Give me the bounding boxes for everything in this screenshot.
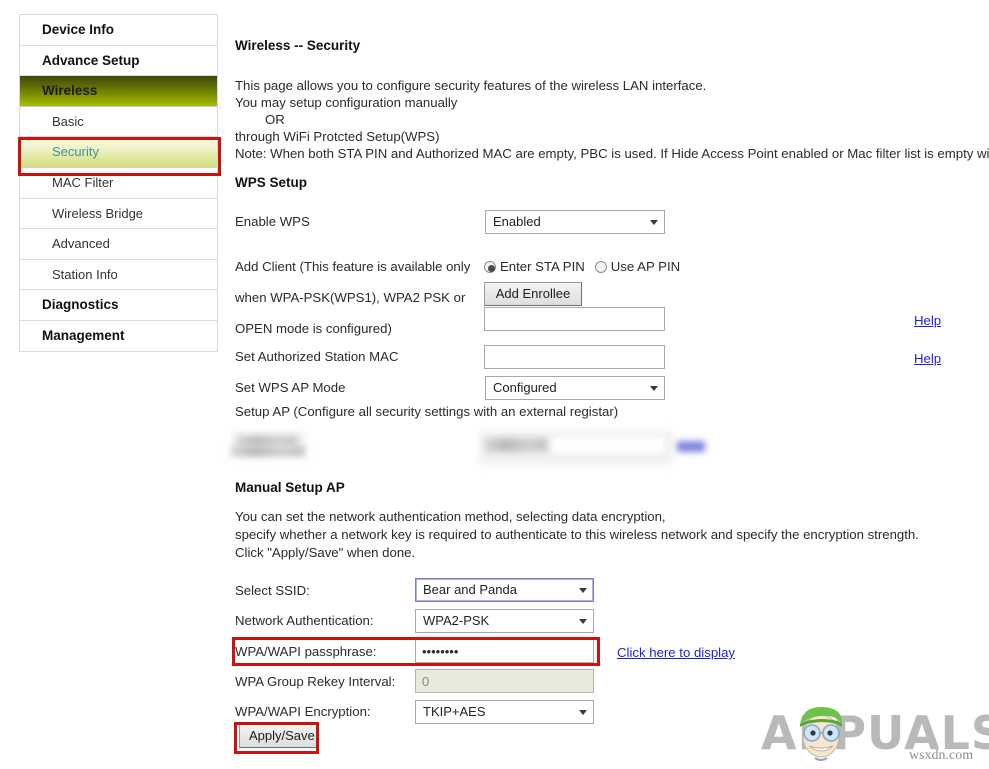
intro-note: Note: When both STA PIN and Authorized M… (235, 146, 989, 163)
sidebar-item-wireless-bridge[interactable]: Wireless Bridge (20, 199, 217, 230)
sidebar-item-advance-setup[interactable]: Advance Setup (20, 46, 217, 77)
add-client-pin-mode-radio-group: Enter STA PIN Use AP PIN (484, 256, 690, 278)
rekey-interval-row: WPA Group Rekey Interval: (235, 671, 989, 693)
authorized-station-mac-input[interactable] (484, 345, 665, 369)
sidebar-item-device-info[interactable]: Device Info (20, 15, 217, 46)
wps-ap-mode-label: Set WPS AP Mode (235, 377, 345, 399)
sidebar-item-label: Advance Setup (42, 53, 140, 68)
enable-wps-select-value: Enabled (485, 210, 665, 234)
sta-pin-input[interactable] (484, 307, 665, 331)
select-ssid-select[interactable]: Bear and Panda (415, 578, 594, 602)
sidebar-navigation: Device Info Advance Setup Wireless Basic… (19, 14, 218, 352)
sidebar-item-basic[interactable]: Basic (20, 107, 217, 138)
radio-enter-sta-pin[interactable] (484, 261, 496, 273)
encryption-label: WPA/WAPI Encryption: (235, 701, 371, 723)
encryption-value: TKIP+AES (415, 700, 594, 724)
network-authentication-select[interactable]: WPA2-PSK (415, 609, 594, 633)
add-client-line-2: when WPA-PSK(WPS1), WPA2 PSK or (235, 290, 465, 307)
sidebar-item-label: Wireless Bridge (52, 206, 143, 221)
wps-ap-mode-select-value: Configured (485, 376, 665, 400)
add-client-line-1: Add Client (This feature is available on… (235, 259, 470, 276)
setup-ap-description: Setup AP (Configure all security setting… (235, 404, 618, 421)
sidebar-item-label: Station Info (52, 267, 118, 282)
network-authentication-label: Network Authentication: (235, 610, 374, 632)
enable-wps-row: Enable WPS Enabled (235, 211, 989, 233)
sidebar-item-label: Management (42, 328, 125, 343)
radio-enter-sta-pin-label: Enter STA PIN (500, 259, 585, 274)
sidebar-item-security[interactable]: Security (20, 137, 217, 168)
sidebar-item-advanced[interactable]: Advanced (20, 229, 217, 260)
manual-desc-line-2: specify whether a network key is require… (235, 527, 919, 544)
add-client-line-3: OPEN mode is configured) (235, 321, 392, 338)
apply-save-button[interactable]: Apply/Save (239, 724, 317, 748)
wps-setup-title: WPS Setup (235, 175, 307, 190)
sidebar-item-label: Advanced (52, 236, 110, 251)
sidebar-item-mac-filter[interactable]: MAC Filter (20, 168, 217, 199)
manual-desc-line-1: You can set the network authentication m… (235, 509, 666, 526)
radio-use-ap-pin[interactable] (595, 261, 607, 273)
radio-use-ap-pin-label: Use AP PIN (611, 259, 680, 274)
authorized-station-mac-label: Set Authorized Station MAC (235, 346, 398, 368)
intro-or: OR (235, 112, 285, 129)
sidebar-item-wireless[interactable]: Wireless (20, 76, 217, 107)
network-authentication-value: WPA2-PSK (415, 609, 594, 633)
page-title: Wireless -- Security (235, 38, 360, 53)
sidebar-item-label: Diagnostics (42, 297, 119, 312)
sidebar-item-label: Basic (52, 114, 84, 129)
passphrase-input[interactable]: •••••••• (415, 639, 594, 663)
sidebar-item-label: Device Info (42, 22, 114, 37)
sidebar-item-management[interactable]: Management (20, 321, 217, 352)
wps-ap-mode-row: Set WPS AP Mode Configured (235, 377, 989, 399)
intro-line-2: You may setup configuration manually (235, 95, 457, 112)
help-link-sta-pin[interactable]: Help (914, 313, 941, 328)
manual-desc-line-3: Click "Apply/Save" when done. (235, 545, 415, 562)
sidebar-item-diagnostics[interactable]: Diagnostics (20, 290, 217, 321)
select-ssid-row: Select SSID: Bear and Panda (235, 580, 989, 602)
enable-wps-label: Enable WPS (235, 211, 310, 233)
add-enrollee-button[interactable]: Add Enrollee (484, 282, 582, 306)
intro-line-1: This page allows you to configure securi… (235, 78, 706, 95)
intro-line-3: through WiFi Protcted Setup(WPS) (235, 129, 439, 146)
passphrase-row: WPA/WAPI passphrase: (235, 641, 989, 663)
encryption-row: WPA/WAPI Encryption: TKIP+AES (235, 701, 989, 723)
network-authentication-row: Network Authentication: WPA2-PSK (235, 610, 989, 632)
enable-wps-select[interactable]: Enabled (485, 210, 665, 234)
help-link-authorized-mac[interactable]: Help (914, 351, 941, 366)
select-ssid-value: Bear and Panda (415, 578, 594, 602)
manual-setup-ap-title: Manual Setup AP (235, 480, 345, 495)
rekey-interval-label: WPA Group Rekey Interval: (235, 671, 395, 693)
select-ssid-label: Select SSID: (235, 580, 310, 602)
sidebar-item-station-info[interactable]: Station Info (20, 260, 217, 291)
passphrase-label: WPA/WAPI passphrase: (235, 641, 376, 663)
wps-ap-mode-select[interactable]: Configured (485, 376, 665, 400)
encryption-select[interactable]: TKIP+AES (415, 700, 594, 724)
click-here-to-display-link[interactable]: Click here to display (617, 645, 735, 660)
sidebar-item-label: Wireless (42, 83, 97, 98)
rekey-interval-input[interactable] (415, 669, 594, 693)
sidebar-item-label: Security (52, 144, 99, 159)
sidebar-item-label: MAC Filter (52, 175, 113, 190)
main-content: Wireless -- Security This page allows yo… (235, 0, 989, 769)
